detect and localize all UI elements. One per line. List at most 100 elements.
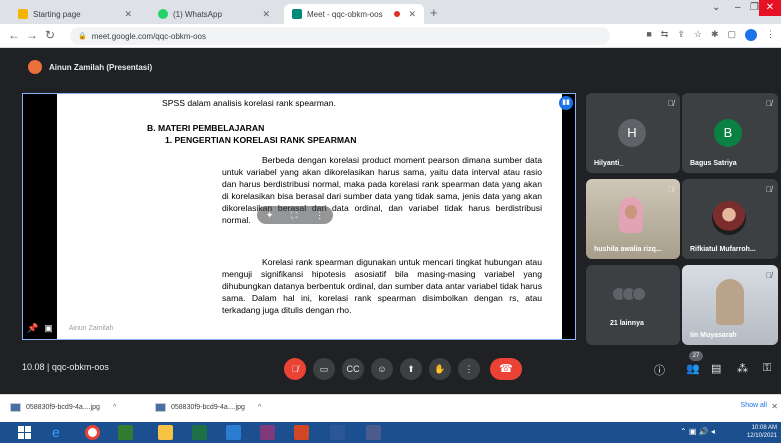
- camera-toggle-button[interactable]: ▭: [313, 358, 335, 380]
- chat-icon[interactable]: ▤: [711, 362, 721, 375]
- sidepanel-icon[interactable]: ▢: [727, 29, 736, 41]
- store-icon[interactable]: [118, 425, 133, 440]
- participant-tile[interactable]: 🎙̸ Iin Muyasarah: [682, 265, 778, 345]
- browser-tab-strip: Starting page ✕ (1) WhatsApp ✕ Meet - qq…: [0, 0, 781, 24]
- recording-indicator-icon: [394, 11, 401, 17]
- close-icon[interactable]: ✕: [771, 402, 778, 411]
- presenter-watermark: Ainun Zamilah: [68, 325, 114, 332]
- doc-line: SPSS dalam analisis korelasi rank spearm…: [162, 98, 336, 108]
- meeting-control-bar: 10.08 | qqc-obkm-oos 🎙̸ ▭ CC ☺ ⬆ ✋ ⋮ ☎ ⓘ…: [0, 350, 781, 390]
- url-field[interactable]: 🔒 meet.google.com/qqc-obkm-oos: [70, 27, 610, 45]
- people-count-badge: 27: [689, 351, 703, 361]
- toolbar-icons: ■ ⇆ ⇪ ☆ ✱ ▢ ⋮: [646, 29, 775, 41]
- participant-tile[interactable]: H 🎙̸ Hilyanti_: [586, 93, 680, 173]
- fullscreen-icon[interactable]: ⛶: [291, 210, 297, 221]
- participant-tile[interactable]: 🎙̸ Rifkiatul Mufarroh...: [682, 179, 778, 259]
- forward-button[interactable]: →: [26, 28, 38, 42]
- tab-search-icon[interactable]: ⌄: [712, 2, 720, 13]
- chevron-up-icon[interactable]: ^: [258, 404, 261, 411]
- menu-icon[interactable]: ⋮: [766, 29, 775, 41]
- participant-name: Rifkiatul Mufarroh...: [690, 246, 756, 253]
- meeting-details-icon[interactable]: ⓘ: [654, 362, 665, 378]
- reactions-button[interactable]: ☺: [371, 358, 393, 380]
- tab-meet[interactable]: Meet - qqc-obkm-oos ✕: [284, 4, 424, 24]
- clock-time: 10:08 AM: [751, 425, 777, 431]
- settings-app-icon[interactable]: [366, 425, 381, 440]
- show-all-link[interactable]: Show all: [741, 402, 767, 409]
- host-controls-icon[interactable]: ⚿: [763, 362, 771, 375]
- address-bar-row: ← → ↻ 🔒 meet.google.com/qqc-obkm-oos ■ ⇆…: [0, 24, 781, 48]
- excel-icon[interactable]: [192, 425, 207, 440]
- profile-avatar[interactable]: [745, 29, 757, 41]
- raise-hand-button[interactable]: ✋: [429, 358, 451, 380]
- pin-icon[interactable]: ✦: [266, 210, 274, 221]
- doc-subheading: 1. PENGERTIAN KORELASI RANK SPEARMAN: [165, 135, 357, 145]
- activities-icon[interactable]: ⁂: [737, 362, 748, 375]
- participant-name: Iin Muyasarah: [690, 332, 737, 339]
- mic-off-icon: 🎙̸: [766, 99, 772, 108]
- tab-starting-page[interactable]: Starting page ✕: [10, 4, 140, 24]
- system-tray-icons[interactable]: ⌃ ▣ 🔊 ◂: [680, 427, 715, 436]
- participant-name: Hilyanti_: [594, 160, 624, 167]
- participant-name: Bagus Satriya: [690, 160, 737, 167]
- doc-heading: B. MATERI PEMBELAJARAN: [147, 123, 265, 133]
- download-shelf: 058830f9-bcd9-4a....jpg ^ 058830f9-bcd9-…: [0, 394, 781, 422]
- starting-page-icon: [18, 9, 28, 19]
- image-file-icon: [155, 403, 166, 412]
- close-icon[interactable]: ✕: [124, 9, 132, 20]
- avatar: [28, 60, 42, 74]
- bookmark-star-icon[interactable]: ☆: [694, 29, 702, 41]
- new-tab-button[interactable]: +: [430, 5, 438, 20]
- restore-button[interactable]: ❐: [750, 2, 759, 13]
- participant-tile[interactable]: B 🎙̸ Bagus Satriya: [682, 93, 778, 173]
- presenter-label: Ainun Zamilah (Presentasi): [28, 60, 152, 74]
- meet-header: Ainun Zamilah (Presentasi): [0, 56, 781, 82]
- captions-button[interactable]: CC: [342, 358, 364, 380]
- chrome-icon[interactable]: [85, 425, 100, 440]
- leave-call-button[interactable]: ☎: [490, 358, 522, 380]
- present-icon: ▣: [44, 323, 53, 333]
- file-explorer-icon[interactable]: [158, 425, 173, 440]
- windows-start-icon[interactable]: [18, 426, 31, 439]
- people-icon[interactable]: 👥: [686, 362, 700, 375]
- mic-toggle-button[interactable]: 🎙̸: [284, 358, 306, 380]
- clock-date: 12/10/2021: [746, 433, 777, 439]
- tab-title: Starting page: [33, 9, 81, 19]
- chevron-up-icon[interactable]: ^: [113, 404, 116, 411]
- window-close-button[interactable]: ✕: [759, 0, 781, 16]
- presentation-stage[interactable]: SPSS dalam analisis korelasi rank spearm…: [22, 93, 576, 340]
- windows-taskbar: e ⌃ ▣ 🔊 ◂ 10:08 AM 12/10/2021: [0, 422, 781, 443]
- share-icon[interactable]: ⇪: [677, 29, 685, 41]
- doc-paragraph: Korelasi rank spearman digunakan untuk m…: [222, 256, 542, 316]
- translate-icon[interactable]: ⇆: [661, 29, 669, 41]
- reload-button[interactable]: ↻: [45, 28, 55, 42]
- camera-in-use-icon[interactable]: ■: [646, 29, 651, 41]
- present-button[interactable]: ⬆: [400, 358, 422, 380]
- powerpoint-icon[interactable]: [294, 425, 309, 440]
- participant-avatar-photo: [712, 201, 746, 235]
- more-options-button[interactable]: ⋮: [458, 358, 480, 380]
- more-options-icon[interactable]: ⋮: [315, 210, 324, 221]
- presentation-controls[interactable]: ✦ ⛶ ⋮: [257, 206, 333, 224]
- participant-tile[interactable]: 🎙̸ hushila awalia rizq...: [586, 179, 680, 259]
- minimize-button[interactable]: –: [735, 2, 741, 13]
- download-filename: 058830f9-bcd9-4a....jpg: [171, 404, 245, 411]
- outlook-icon[interactable]: [226, 425, 241, 440]
- tab-title: Meet - qqc-obkm-oos: [307, 9, 383, 19]
- pin-icon[interactable]: 📌: [27, 323, 38, 334]
- extensions-icon[interactable]: ✱: [711, 29, 719, 41]
- tab-whatsapp[interactable]: (1) WhatsApp ✕: [150, 4, 278, 24]
- avatar: B: [714, 119, 742, 147]
- close-icon[interactable]: ✕: [262, 9, 270, 20]
- others-tile[interactable]: 21 lainnya: [586, 265, 680, 345]
- meet-icon: [292, 9, 302, 19]
- internet-explorer-icon[interactable]: e: [52, 425, 67, 440]
- download-item[interactable]: 058830f9-bcd9-4a....jpg ^: [155, 403, 261, 412]
- download-item[interactable]: 058830f9-bcd9-4a....jpg ^: [10, 403, 116, 412]
- clock[interactable]: 10:08 AM 12/10/2021: [747, 424, 777, 440]
- word-icon[interactable]: [330, 425, 345, 440]
- close-icon[interactable]: ✕: [408, 9, 416, 20]
- onenote-icon[interactable]: [260, 425, 275, 440]
- back-button[interactable]: ←: [8, 28, 20, 42]
- mic-off-icon: 🎙̸: [668, 99, 674, 108]
